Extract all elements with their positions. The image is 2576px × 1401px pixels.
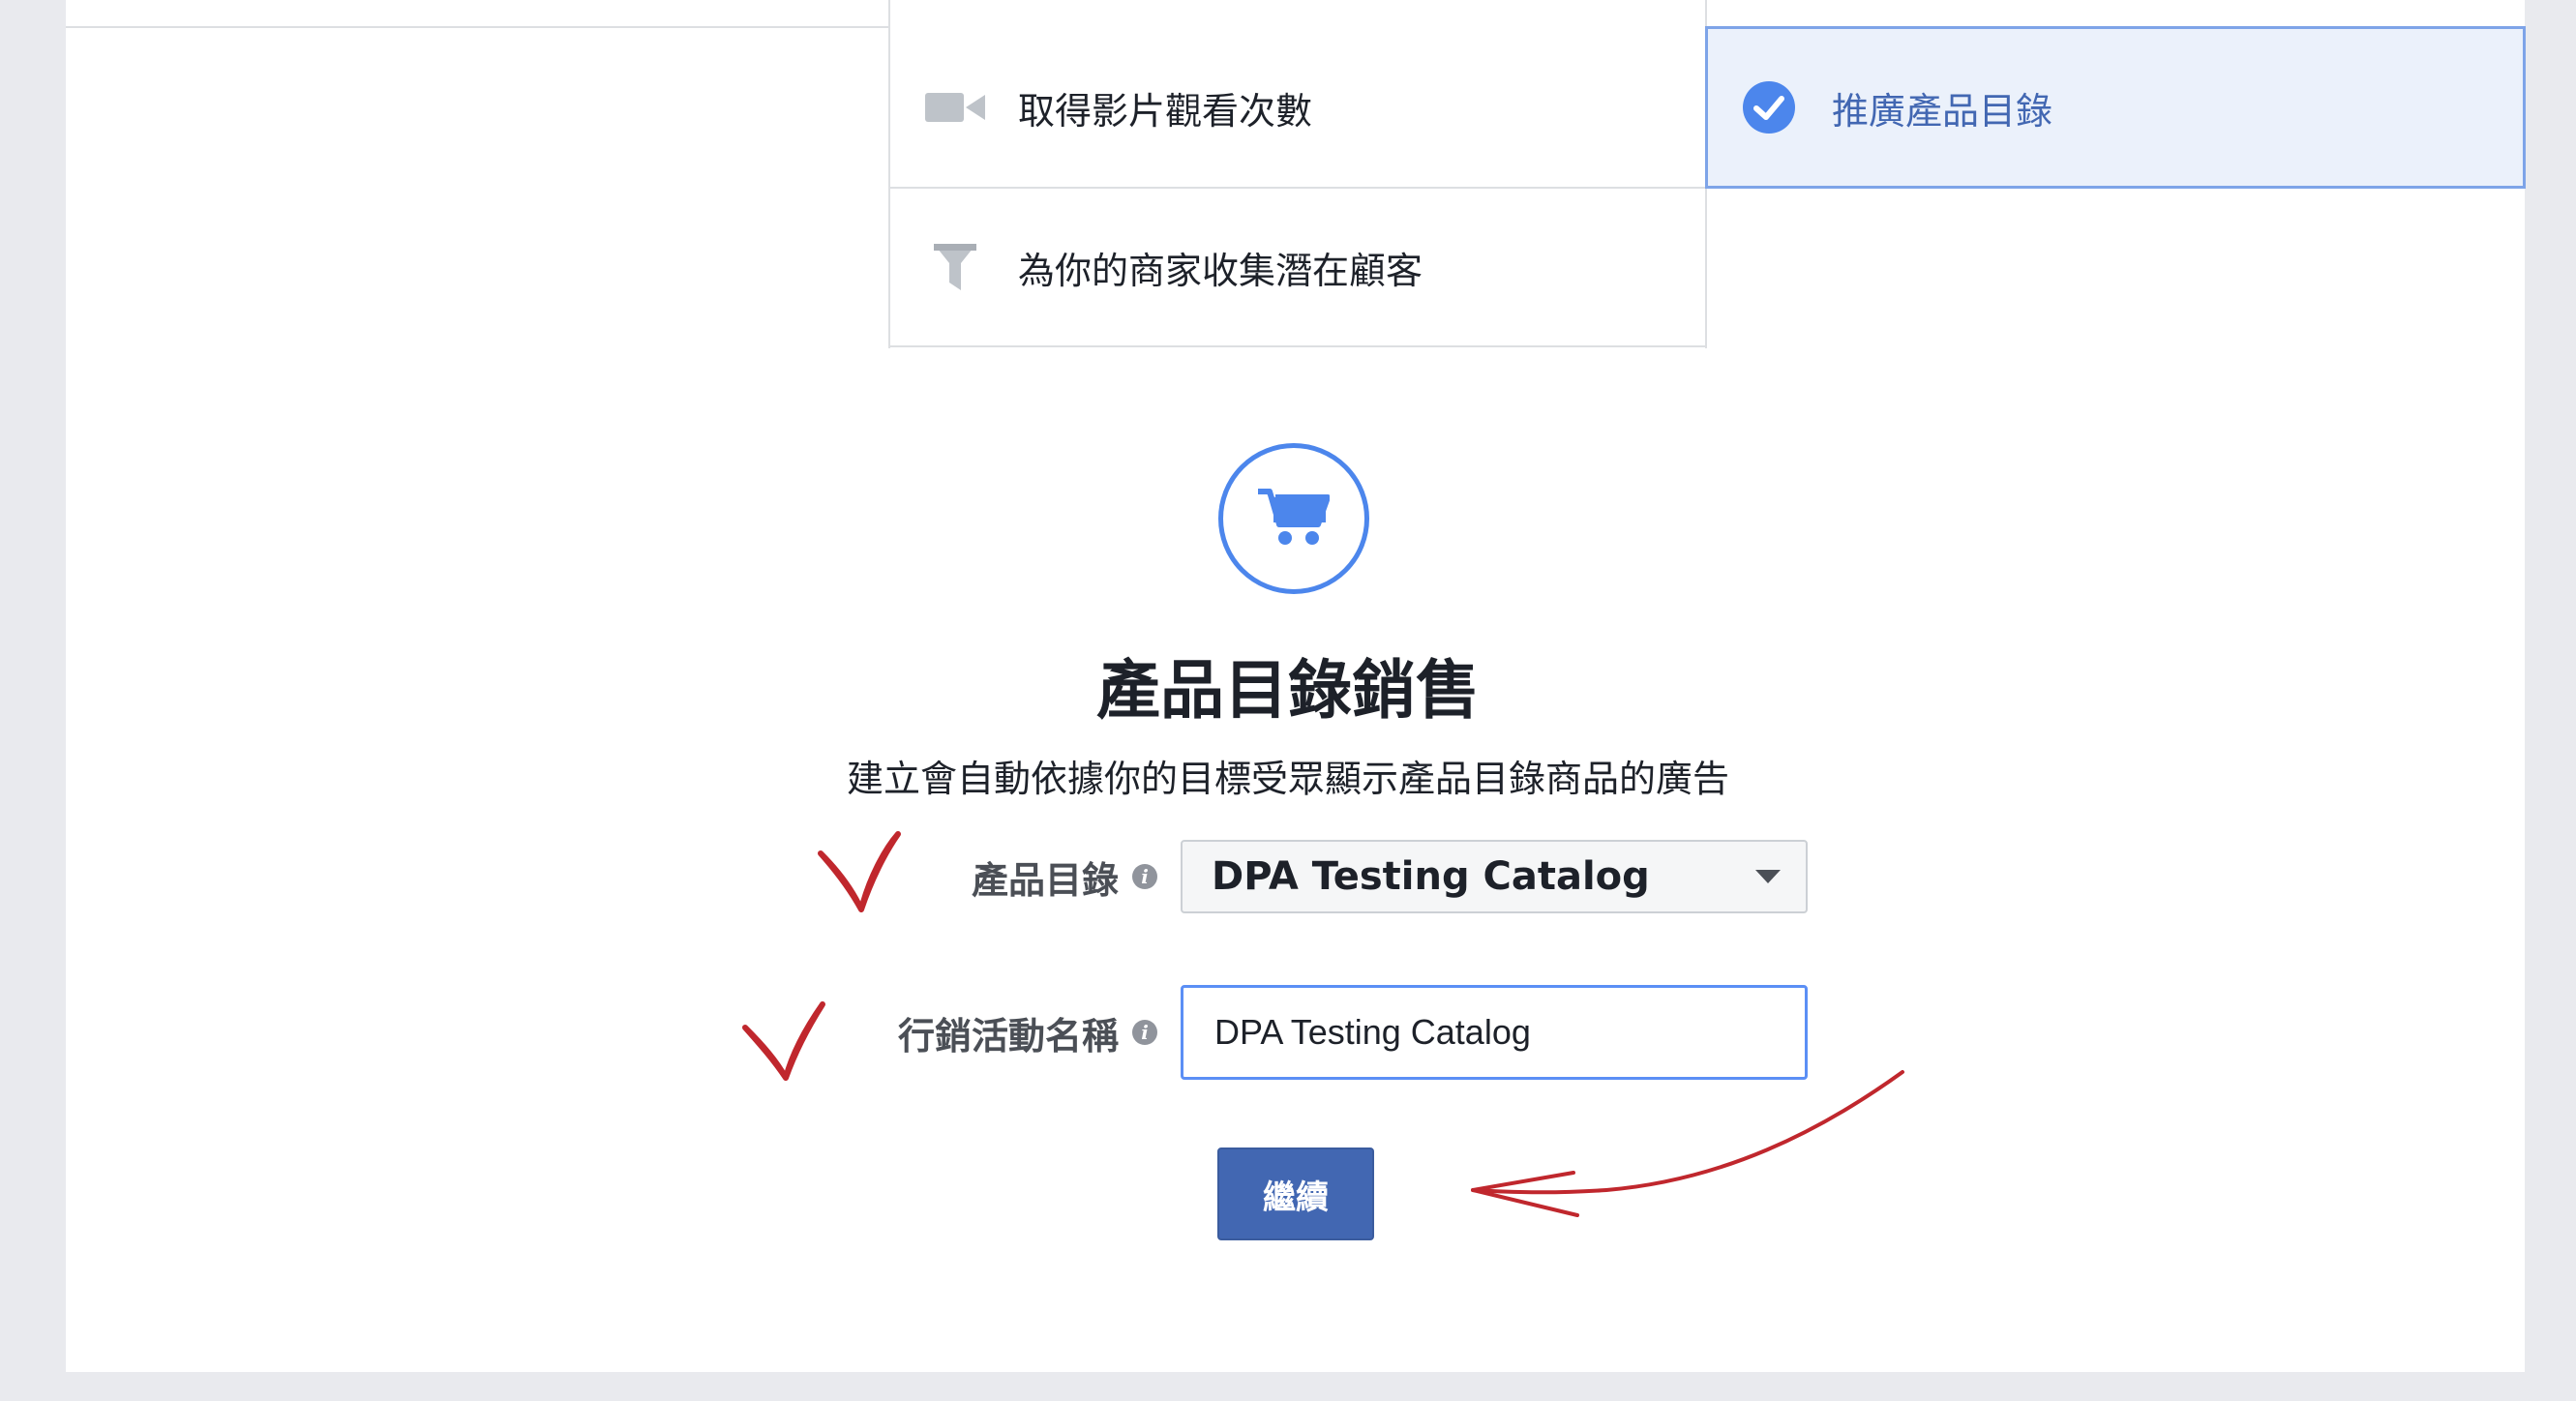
annotation-layer [742,831,1904,1217]
annotation-checkmark [818,831,901,912]
annotation-arrow [1471,1070,1904,1195]
annotation-checkmark [742,1001,825,1081]
